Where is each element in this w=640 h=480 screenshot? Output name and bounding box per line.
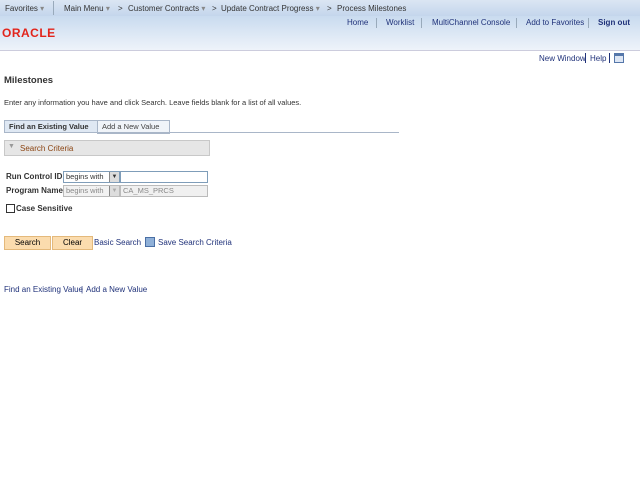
breadcrumb-process-milestones[interactable]: Process Milestones xyxy=(337,4,406,13)
sign-out-link[interactable]: Sign out xyxy=(598,18,630,27)
run-control-id-input[interactable] xyxy=(120,171,208,183)
divider xyxy=(4,132,399,133)
breadcrumb-customer-contracts[interactable]: Customer Contracts ▾ xyxy=(128,4,205,13)
case-sensitive-checkbox[interactable] xyxy=(6,204,15,213)
header: Home Worklist MultiChannel Console Add t… xyxy=(0,16,640,50)
page-title: Milestones xyxy=(4,75,54,86)
breadcrumb-arrow-icon: > xyxy=(212,4,217,13)
program-name-input[interactable]: CA_MS_PRCS xyxy=(120,185,208,197)
instructions: Enter any information you have and click… xyxy=(4,98,302,107)
chevron-down-icon: ▾ xyxy=(40,4,45,13)
oracle-logo: ORACLE xyxy=(2,26,56,40)
footer-add-new-value-link[interactable]: Add a New Value xyxy=(86,285,147,294)
run-control-id-label: Run Control ID: xyxy=(6,172,66,181)
operator-value: begins with xyxy=(66,172,104,181)
add-to-favorites-link[interactable]: Add to Favorites xyxy=(526,18,584,27)
search-button[interactable]: Search xyxy=(4,236,51,250)
program-name-operator-select[interactable]: begins with ▼ xyxy=(63,185,120,197)
divider xyxy=(53,1,54,15)
divider xyxy=(376,18,377,28)
breadcrumb-update-contract-progress[interactable]: Update Contract Progress ▾ xyxy=(221,4,320,13)
footer-find-existing-value-link[interactable]: Find an Existing Value xyxy=(4,285,83,294)
home-link[interactable]: Home xyxy=(347,18,368,27)
footer-separator: | xyxy=(81,285,84,294)
dropdown-arrow-icon: ▼ xyxy=(109,186,119,196)
menu-bar: Favorites ▾ Main Menu ▾ > Customer Contr… xyxy=(0,0,640,16)
customize-page-icon[interactable] xyxy=(614,53,624,63)
clear-button[interactable]: Clear xyxy=(52,236,93,250)
divider xyxy=(585,53,586,63)
dropdown-arrow-icon: ▼ xyxy=(109,172,119,182)
favorites-menu[interactable]: Favorites ▾ xyxy=(5,4,44,13)
run-control-operator-select[interactable]: begins with ▼ xyxy=(63,171,120,183)
divider xyxy=(588,18,589,28)
breadcrumb-arrow-icon: > xyxy=(327,4,332,13)
new-window-link[interactable]: New Window xyxy=(539,54,586,63)
program-name-label: Program Name: xyxy=(6,186,66,195)
search-criteria-header[interactable]: ▼ Search Criteria xyxy=(4,140,210,156)
basic-search-link[interactable]: Basic Search xyxy=(94,238,141,247)
save-search-icon[interactable] xyxy=(145,237,155,247)
chevron-down-icon: ▾ xyxy=(201,4,206,13)
divider xyxy=(516,18,517,28)
case-sensitive-label: Case Sensitive xyxy=(16,204,73,213)
collapse-triangle-icon: ▼ xyxy=(8,143,15,150)
chevron-down-icon: ▾ xyxy=(105,4,110,13)
chevron-down-icon: ▾ xyxy=(315,4,320,13)
main-menu[interactable]: Main Menu ▾ xyxy=(64,4,110,13)
search-criteria-label: Search Criteria xyxy=(20,144,74,153)
breadcrumb-arrow-icon: > xyxy=(118,4,123,13)
divider xyxy=(421,18,422,28)
operator-value: begins with xyxy=(66,186,104,195)
worklist-link[interactable]: Worklist xyxy=(386,18,414,27)
help-link[interactable]: Help xyxy=(590,54,606,63)
multichannel-console-link[interactable]: MultiChannel Console xyxy=(432,18,510,27)
divider xyxy=(0,50,640,51)
divider xyxy=(609,53,610,63)
save-search-criteria-link[interactable]: Save Search Criteria xyxy=(158,238,232,247)
